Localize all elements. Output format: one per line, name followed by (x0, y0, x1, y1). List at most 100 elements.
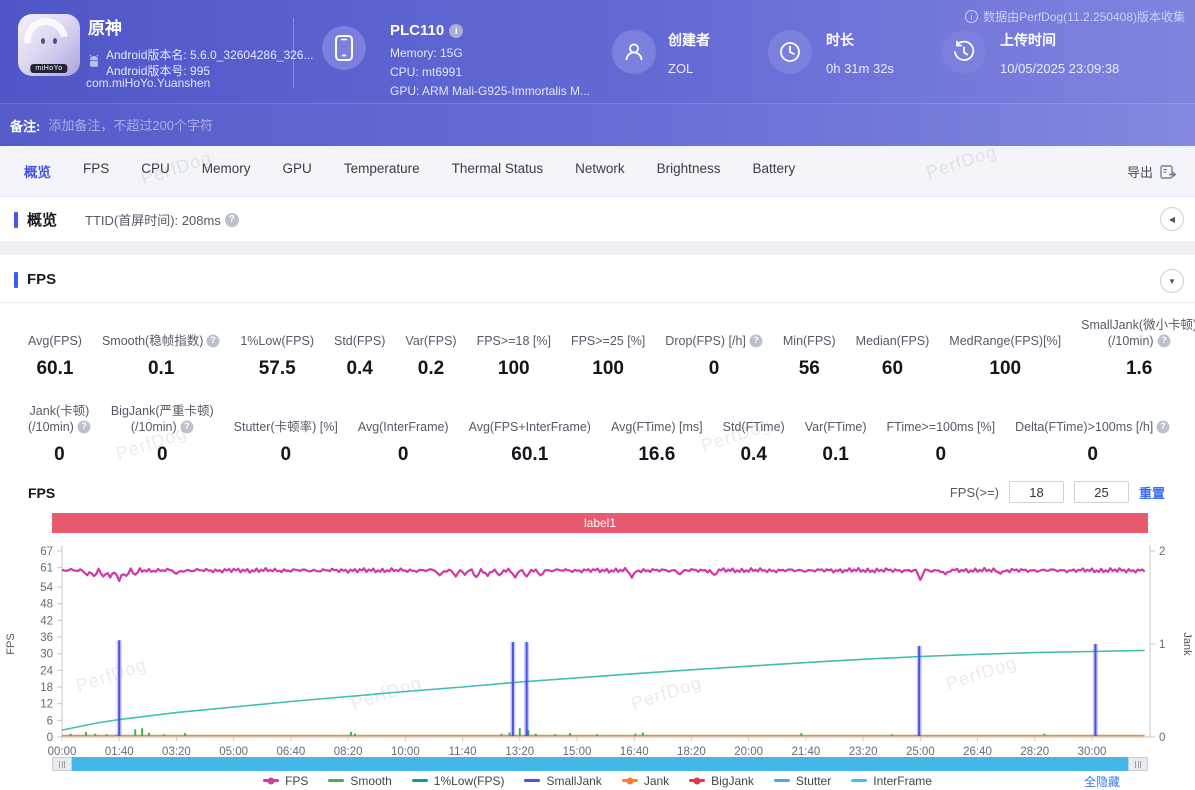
metric-label: SmallJank(微小卡顿) (1081, 318, 1195, 332)
tab-Thermal Status[interactable]: Thermal Status (436, 161, 560, 181)
metric-value: 0.4 (740, 444, 767, 465)
tab-CPU[interactable]: CPU (125, 161, 186, 181)
scrollbar-left-handle[interactable] (52, 757, 72, 771)
export-button[interactable]: 导出 (1127, 146, 1177, 197)
tab-概览[interactable]: 概览 (8, 161, 67, 181)
help-icon[interactable]: ? (77, 420, 91, 434)
help-icon[interactable]: ? (206, 334, 220, 348)
metric-value: 60.1 (511, 444, 549, 465)
tab-FPS[interactable]: FPS (67, 161, 125, 181)
tab-Temperature[interactable]: Temperature (328, 161, 436, 181)
metric-Var(FPS): Var(FPS) 0.2 (395, 333, 466, 380)
legend-swatch (773, 778, 790, 783)
metric-label: (/10min)? (28, 419, 91, 435)
metric-value: 0 (1087, 444, 1098, 465)
device-info-icon[interactable]: i (449, 23, 464, 38)
svg-text:6: 6 (47, 715, 53, 727)
metric-label: Stutter(卡顿率) [%] (233, 420, 338, 434)
threshold-reset-link[interactable]: 重置 (1139, 483, 1165, 502)
hide-all-link[interactable]: 全隐藏 (1084, 773, 1120, 790)
metric-Std(FTime): Std(FTime) 0.4 (713, 419, 795, 466)
metric-FTime>=100ms [%]: FTime>=100ms [%] 0 (877, 419, 1006, 466)
help-icon[interactable]: ? (180, 420, 194, 434)
note-input[interactable] (48, 117, 669, 133)
metric-label: Min(FPS) (782, 334, 836, 348)
legend-item-SmallJank[interactable]: SmallJank (524, 774, 602, 788)
metric-Std(FPS): Std(FPS) 0.4 (324, 333, 395, 380)
help-icon[interactable]: ? (749, 334, 763, 348)
metric-label: 1%Low(FPS) (240, 334, 314, 348)
legend-item-Stutter[interactable]: Stutter (773, 774, 831, 788)
scrollbar-right-handle[interactable] (1128, 757, 1148, 771)
metric-value: 0 (156, 444, 168, 465)
section-accent-bar (14, 271, 18, 288)
metric-label: Drop(FPS) [/h]? (665, 333, 763, 349)
device-cpu: CPU: mt6991 (390, 65, 463, 79)
metric-Median(FPS): Median(FPS) 60 (846, 333, 940, 380)
metric-label: Avg(FTime) [ms] (610, 420, 703, 434)
metric-value: 100 (497, 358, 530, 379)
metric-value: 0 (935, 444, 947, 465)
metric-label: Smooth(稳帧指数)? (102, 333, 220, 349)
metric-value: 0.2 (417, 358, 445, 379)
tab-Network[interactable]: Network (559, 161, 641, 181)
app-icon-caption: miHoYo (30, 64, 68, 73)
export-label: 导出 (1126, 165, 1153, 180)
fps-metrics-row-2: Jank(卡顿) (/10min)? 0 BigJank(严重卡顿) (/10min)?… (18, 403, 1180, 466)
metric-label: MedRange(FPS)[%] (949, 334, 1062, 348)
legend-item-Smooth[interactable]: Smooth (328, 774, 392, 788)
help-icon[interactable]: ? (1157, 334, 1171, 348)
svg-text:FPS: FPS (5, 633, 17, 654)
svg-text:67: 67 (40, 546, 53, 558)
metric-Var(FTime): Var(FTime) 0.1 (795, 419, 877, 466)
legend-label: FPS (285, 773, 309, 788)
tab-GPU[interactable]: GPU (267, 161, 328, 181)
metric-value: 0.1 (147, 358, 175, 379)
tab-Brightness[interactable]: Brightness (641, 161, 737, 181)
tab-Memory[interactable]: Memory (186, 161, 267, 181)
metric-label: Jank(卡顿) (29, 404, 90, 418)
fps-threshold-input-2[interactable] (1073, 481, 1129, 503)
legend-swatch (689, 777, 706, 784)
legend-item-Jank[interactable]: Jank (621, 774, 669, 788)
svg-text:48: 48 (40, 599, 53, 611)
creator-icon-circle (612, 30, 656, 74)
metric-Stutter(卡顿率) [%]: Stutter(卡顿率) [%] 0 (224, 419, 348, 466)
svg-text:0: 0 (47, 732, 53, 744)
legend-item-InterFrame[interactable]: InterFrame (851, 774, 932, 788)
metric-Avg(InterFrame): Avg(InterFrame) 0 (348, 419, 459, 466)
metric-value: 57.5 (258, 358, 296, 379)
fps-chart: 0 6 12 18 24 30 36 42 48 54 61 67 0 1 2 00:00 01:40 03:20… (0, 535, 1195, 760)
person-icon (625, 43, 643, 61)
metric-value: 0.1 (822, 444, 849, 465)
app-name: 原神 (88, 19, 122, 38)
help-icon[interactable]: ? (1156, 420, 1170, 434)
clock-icon (780, 42, 800, 62)
chart-banner-label1[interactable]: label1 (52, 513, 1148, 533)
legend-item-BigJank[interactable]: BigJank (689, 774, 754, 788)
metric-label: Avg(InterFrame) (357, 420, 449, 434)
legend-swatch (411, 778, 428, 783)
legend-swatch (328, 778, 345, 783)
legend-label: 1%Low(FPS) (433, 773, 505, 788)
tab-Battery[interactable]: Battery (736, 161, 811, 181)
fps-chart-canvas[interactable]: 061218243036424854616701200:00 01:40 03:20… (0, 535, 1195, 760)
legend-item-FPS[interactable]: FPS (263, 774, 308, 788)
legend-item-1%Low(FPS)[interactable]: 1%Low(FPS) (411, 773, 505, 788)
tab-bar: 概览 FPS CPU Memory GPU Temperature Thermal Stat… (0, 146, 1195, 197)
help-icon[interactable]: ? (224, 212, 239, 227)
legend-label: BigJank (711, 773, 754, 788)
metric-value: 0 (708, 358, 720, 379)
legend-label: InterFrame (873, 773, 932, 788)
svg-text:61: 61 (40, 563, 53, 575)
fps-collapse-button[interactable]: ▼ (1160, 269, 1184, 293)
device-memory: Memory: 15G (390, 46, 463, 60)
overview-collapse-button[interactable]: ◀ (1160, 207, 1184, 231)
fps-threshold-input-1[interactable] (1008, 481, 1064, 503)
svg-text:42: 42 (40, 615, 53, 627)
scrollbar-track[interactable] (72, 757, 1128, 771)
metric-label: Median(FPS) (855, 334, 930, 348)
svg-text:36: 36 (40, 632, 53, 644)
info-icon: i (965, 10, 979, 23)
fps-metrics-row-1: Avg(FPS) 60.1 Smooth(稳帧指数)? 0.1 1%Low(FPS) 57… (18, 317, 1195, 380)
